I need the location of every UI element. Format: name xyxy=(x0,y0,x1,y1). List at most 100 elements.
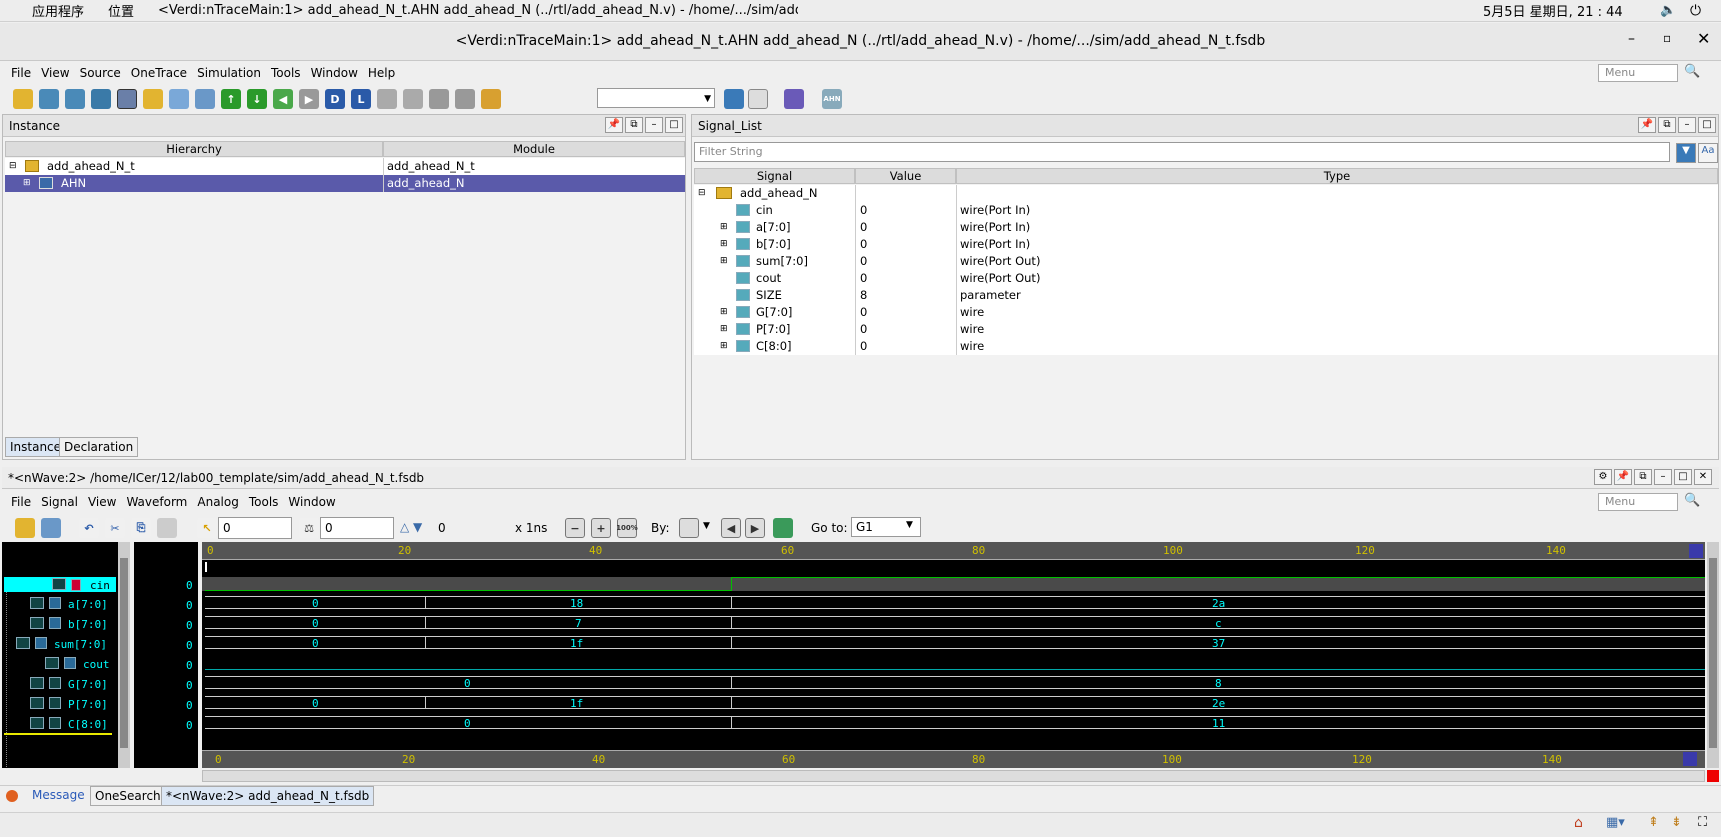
menu-window[interactable]: Window xyxy=(306,66,363,80)
tree-row-selected[interactable]: ⊞ AHN add_ahead_N xyxy=(5,175,685,192)
back-icon[interactable]: ◀ xyxy=(273,89,293,109)
signal-row[interactable]: ⊞ P[7:0] 0 wire xyxy=(694,321,1718,338)
nwave-menu-file[interactable]: File xyxy=(6,495,36,509)
signal-row[interactable]: ⊞ b[7:0] 0 wire(Port In) xyxy=(694,236,1718,253)
expand-icon[interactable]: ⊞ xyxy=(720,253,728,270)
ahn-icon[interactable]: AHN xyxy=(822,89,842,109)
expand-icon[interactable]: ⊞ xyxy=(720,219,728,236)
pin-icon[interactable]: 📌 xyxy=(1614,469,1632,485)
name-pane-scrollbar[interactable] xyxy=(118,542,130,768)
col-value[interactable]: Value xyxy=(855,168,956,184)
wave-horizontal-scrollbar[interactable] xyxy=(202,770,1705,782)
wave-signal-name[interactable]: cin xyxy=(90,579,110,592)
float-icon[interactable]: ⧉ xyxy=(1658,117,1676,133)
col-module[interactable]: Module xyxy=(383,141,685,157)
down-arrow-icon[interactable] xyxy=(403,89,423,109)
expand-icon[interactable]: ⊞ xyxy=(720,338,728,355)
signal-row[interactable]: cin 0 wire(Port In) xyxy=(694,202,1718,219)
find-next-icon[interactable] xyxy=(748,89,768,109)
signal-row[interactable]: ⊞ G[7:0] 0 wire xyxy=(694,304,1718,321)
bookmark-icon[interactable] xyxy=(481,89,501,109)
col-signal[interactable]: Signal xyxy=(694,168,855,184)
wave-signal-name[interactable]: b[7:0] xyxy=(68,618,108,631)
col-type[interactable]: Type xyxy=(956,168,1718,184)
tab-declaration[interactable]: Declaration xyxy=(59,437,139,457)
open-folder-icon[interactable] xyxy=(15,518,35,538)
find-icon[interactable] xyxy=(724,89,744,109)
fullscreen-icon[interactable]: ⛶ xyxy=(1698,815,1707,830)
nwave-menu-view[interactable]: View xyxy=(83,495,121,509)
menu-file[interactable]: File xyxy=(6,66,36,80)
panel-max-icon[interactable]: □ xyxy=(1698,117,1716,133)
tab-message[interactable]: Message xyxy=(28,786,89,806)
settings-icon[interactable]: ⚙ xyxy=(1594,469,1612,485)
group-row[interactable]: ⊟ add_ahead_N xyxy=(694,185,1718,202)
menu-help[interactable]: Help xyxy=(363,66,400,80)
panel-min-icon[interactable]: – xyxy=(1678,117,1696,133)
menu-search-input[interactable]: Menu xyxy=(1598,64,1678,82)
panel-max-icon[interactable]: □ xyxy=(1674,469,1692,485)
wave-signal-name[interactable]: P[7:0] xyxy=(68,698,108,711)
menu-onetrace[interactable]: OneTrace xyxy=(126,66,192,80)
expand-icon[interactable]: ⊞ xyxy=(720,321,728,338)
filter-input[interactable]: Filter String xyxy=(694,142,1670,162)
hierarchy-icon[interactable] xyxy=(39,89,59,109)
signal-row[interactable]: SIZE 8 parameter xyxy=(694,287,1718,304)
delta-icon[interactable]: △ ▼ xyxy=(400,520,422,534)
search-icon[interactable]: 🔍 xyxy=(1684,64,1700,79)
menu-view[interactable]: View xyxy=(36,66,74,80)
zoom-out-icon[interactable]: − xyxy=(565,518,585,538)
search-icon[interactable]: 🔍 xyxy=(1684,493,1700,508)
panel-max-icon[interactable]: □ xyxy=(665,117,683,133)
sort-down-icon[interactable]: ⇟ xyxy=(1671,815,1682,830)
signal-row[interactable]: ⊞ C[8:0] 0 wire xyxy=(694,338,1718,355)
places-menu[interactable]: 位置 xyxy=(108,1,134,20)
toolbar-combo[interactable]: ▼ xyxy=(597,88,715,108)
collapse-icon[interactable]: ⊟ xyxy=(698,185,706,202)
up-arrow-icon[interactable] xyxy=(377,89,397,109)
trace-down-icon[interactable]: ↓ xyxy=(247,89,267,109)
module-icon[interactable] xyxy=(65,89,85,109)
paste-icon[interactable] xyxy=(157,518,177,538)
wave-signal-name[interactable]: cout xyxy=(83,658,110,671)
nwave-menu-signal[interactable]: Signal xyxy=(36,495,83,509)
tree-row[interactable]: ⊟ add_ahead_N_t add_ahead_N_t xyxy=(5,158,685,175)
expand-icon[interactable]: ⊞ xyxy=(720,304,728,321)
folder-icon[interactable] xyxy=(143,89,163,109)
nwave-menu-tools[interactable]: Tools xyxy=(244,495,284,509)
forward-icon[interactable]: ▶ xyxy=(299,89,319,109)
wave-signal-name[interactable]: a[7:0] xyxy=(68,598,108,611)
case-icon[interactable]: Aa xyxy=(1698,143,1718,163)
tab-instance[interactable]: Instance xyxy=(5,437,67,457)
driver-icon[interactable]: D xyxy=(325,89,345,109)
nwave-menu-waveform[interactable]: Waveform xyxy=(121,495,192,509)
wave-signal-name[interactable]: C[8:0] xyxy=(68,718,108,731)
cut-icon[interactable]: ✂ xyxy=(105,518,125,538)
copy-icon[interactable]: ⎘ xyxy=(131,518,151,538)
goto-dropdown-icon[interactable]: ▼ xyxy=(906,520,913,530)
tab-nwave[interactable]: *<nWave:2> add_ahead_N_t.fsdb xyxy=(161,786,375,806)
menu-source[interactable]: Source xyxy=(75,66,126,80)
nwave-menu-search[interactable]: Menu xyxy=(1598,493,1678,511)
apps-menu[interactable]: 应用程序 xyxy=(32,1,84,20)
marker-icon[interactable]: ⚖ xyxy=(299,518,319,538)
abs-icon[interactable] xyxy=(784,89,804,109)
cursor-line[interactable] xyxy=(205,562,207,572)
volume-icon[interactable]: 🔈 xyxy=(1660,3,1676,18)
search-prev-icon[interactable]: ◀ xyxy=(721,518,741,538)
signal-row[interactable]: ⊞ a[7:0] 0 wire(Port In) xyxy=(694,219,1718,236)
float-icon[interactable]: ⧉ xyxy=(625,117,643,133)
tree-icon[interactable] xyxy=(91,89,111,109)
cursor-icon[interactable]: ↖ xyxy=(197,518,217,538)
pin-icon[interactable]: 📌 xyxy=(1638,117,1656,133)
trace-up-icon[interactable]: ↑ xyxy=(221,89,241,109)
wave-signal-name[interactable]: G[7:0] xyxy=(68,678,108,691)
tab-onesearch[interactable]: OneSearch xyxy=(90,786,166,806)
search-next-icon[interactable]: ▶ xyxy=(745,518,765,538)
minimize-icon[interactable]: – xyxy=(1628,31,1635,47)
expand-icon[interactable]: ⊞ xyxy=(720,236,728,253)
wave-signal-name[interactable]: sum[7:0] xyxy=(54,638,107,651)
marker-time-input[interactable]: 0 xyxy=(320,517,394,539)
collapse-icon[interactable] xyxy=(455,89,475,109)
col-hierarchy[interactable]: Hierarchy xyxy=(5,141,383,157)
